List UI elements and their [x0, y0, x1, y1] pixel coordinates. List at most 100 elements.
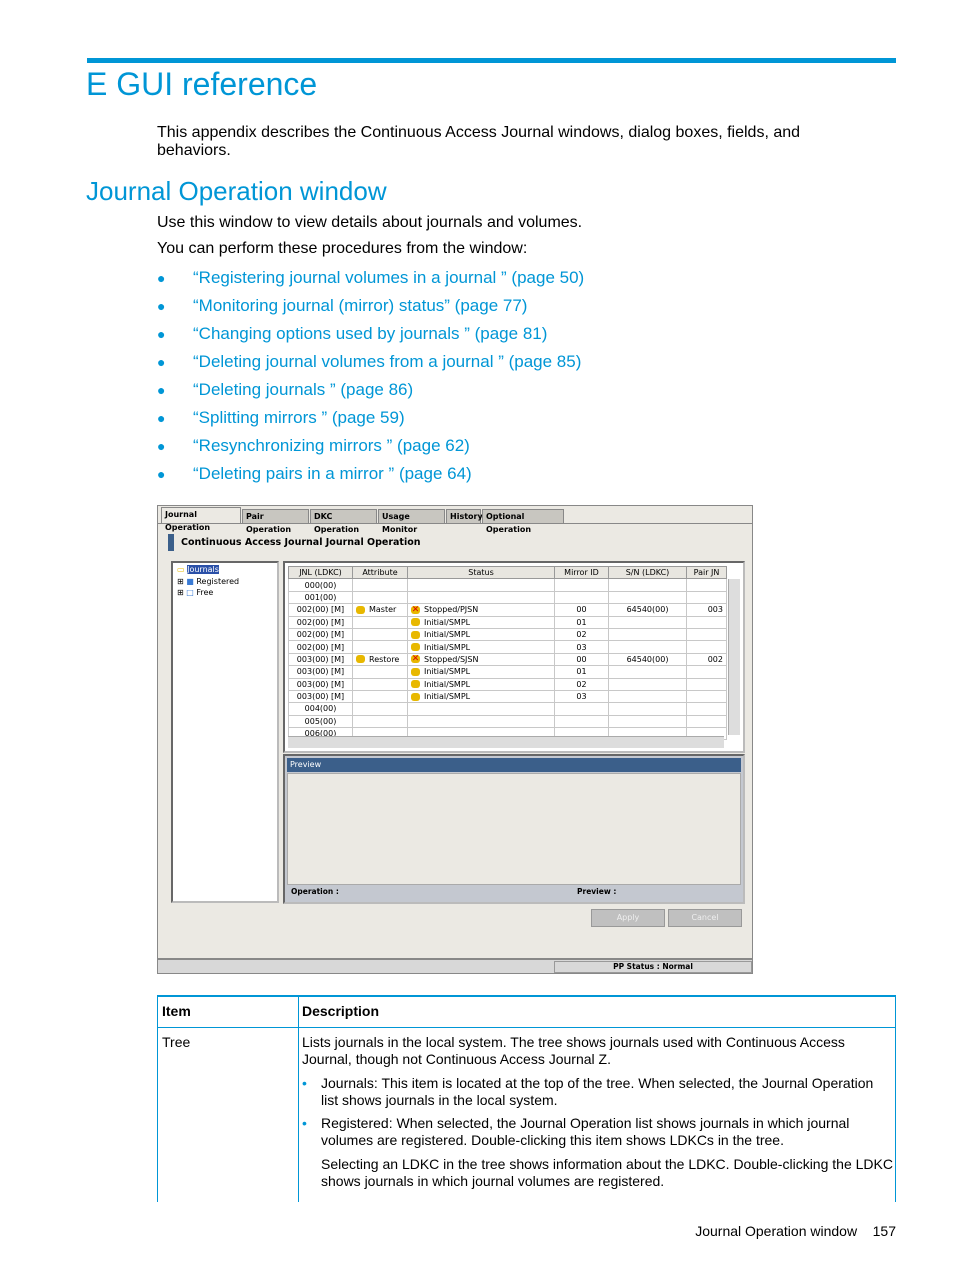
- cell: [608, 689, 687, 704]
- cell: 003(00) [M]: [288, 665, 353, 679]
- pp-status: PP Status : Normal: [554, 961, 752, 973]
- cell: [407, 702, 555, 716]
- header-description: Description: [302, 1003, 380, 1019]
- para-1: Use this window to view details about jo…: [157, 214, 583, 231]
- bullet-icon: •: [302, 1075, 307, 1091]
- horizontal-scrollbar[interactable]: [288, 736, 724, 748]
- cell: [686, 702, 727, 716]
- cell: 002: [686, 652, 727, 667]
- cell: Initial/SMPL: [407, 689, 555, 704]
- table-row[interactable]: 003(00) [M] Restore ✕ Stopped/SJSN 00 64540(0…: [288, 652, 727, 667]
- cell: [608, 627, 687, 642]
- cell: [407, 714, 555, 729]
- cell: [554, 578, 609, 592]
- vertical-scrollbar[interactable]: [728, 579, 740, 735]
- table-row[interactable]: 000(00): [288, 578, 727, 592]
- cancel-button[interactable]: Cancel: [668, 909, 742, 927]
- cell: 001(00): [288, 590, 353, 605]
- bullet-icon: ●: [157, 270, 166, 286]
- cell: 64540(00): [608, 652, 687, 667]
- cell: [554, 714, 609, 729]
- cell: [554, 702, 609, 716]
- journal-status-icon: [411, 630, 420, 639]
- cell: [608, 677, 687, 691]
- tree-item-registered[interactable]: ⊞ ■ Registered: [177, 577, 239, 586]
- cell: [608, 714, 687, 729]
- cell: 01: [554, 615, 609, 629]
- table-row[interactable]: 002(00) [M] Initial/SMPL 01: [288, 615, 727, 629]
- cell: 003(00) [M]: [288, 652, 353, 667]
- cell: [608, 702, 687, 716]
- item-tree: Tree: [162, 1034, 191, 1050]
- column-header[interactable]: JNL (LDKC): [288, 565, 353, 580]
- bullet-icon: ●: [157, 354, 166, 370]
- journal-status-icon: [411, 680, 420, 689]
- procedure-link[interactable]: “Deleting journals ” (page 86): [193, 380, 413, 400]
- operation-label: Operation :: [291, 887, 339, 896]
- procedure-link[interactable]: “Changing options used by journals ” (pa…: [193, 324, 547, 344]
- column-header[interactable]: Mirror ID: [554, 565, 609, 580]
- cell: 002(00) [M]: [288, 603, 353, 617]
- procedure-link[interactable]: “Splitting mirrors ” (page 59): [193, 408, 405, 428]
- procedure-link[interactable]: “Registering journal volumes in a journa…: [193, 268, 584, 288]
- table-row[interactable]: 002(00) [M] Master ✕ Stopped/PJSN 00 64540(00…: [288, 603, 727, 617]
- procedure-link[interactable]: “Deleting journal volumes from a journal…: [193, 352, 581, 372]
- procedure-link[interactable]: “Deleting pairs in a mirror ” (page 64): [193, 464, 472, 484]
- cell: [352, 714, 408, 729]
- table-row[interactable]: 001(00): [288, 590, 727, 605]
- tree-item-free[interactable]: ⊞ □ Free: [177, 588, 213, 597]
- table-row[interactable]: 003(00) [M] Initial/SMPL 01: [288, 665, 727, 679]
- tab-optional-operation[interactable]: Optional Operation: [482, 509, 564, 534]
- table-row[interactable]: 003(00) [M] Initial/SMPL 03: [288, 689, 727, 704]
- bullet-icon: ●: [157, 466, 166, 482]
- column-header[interactable]: S/N (LDKC): [608, 565, 687, 580]
- column-header[interactable]: Attribute: [352, 565, 408, 580]
- table-row[interactable]: 004(00): [288, 702, 727, 716]
- preview-list[interactable]: [287, 773, 741, 885]
- column-header[interactable]: Status: [407, 565, 555, 580]
- journal-status-icon: [411, 643, 420, 652]
- cell: 005(00): [288, 714, 353, 729]
- cell: [686, 627, 727, 642]
- journal-attribute-icon: [356, 655, 365, 664]
- tree-item-journals[interactable]: ▭ Journals: [177, 565, 219, 574]
- tab-journal-operation[interactable]: Journal Operation: [161, 507, 241, 532]
- table-row[interactable]: 005(00): [288, 714, 727, 729]
- table-row[interactable]: 002(00) [M] Initial/SMPL 03: [288, 640, 727, 654]
- tab-pair-operation[interactable]: Pair Operation: [242, 509, 309, 534]
- cell: 003(00) [M]: [288, 677, 353, 691]
- stopped-status-icon: ✕: [411, 654, 420, 665]
- preview-panel: Preview Operation : Preview :: [283, 754, 745, 904]
- procedure-link[interactable]: “Monitoring journal (mirror) status” (pa…: [193, 296, 527, 316]
- tab-usage-monitor[interactable]: Usage Monitor: [378, 509, 445, 534]
- apply-button[interactable]: Apply: [591, 909, 665, 927]
- cell: [554, 590, 609, 605]
- procedure-link[interactable]: “Resynchronizing mirrors ” (page 62): [193, 436, 470, 456]
- journal-status-icon: [411, 692, 420, 701]
- cell: [686, 714, 727, 729]
- page: E GUI reference This appendix describes …: [0, 0, 954, 1271]
- tab-history[interactable]: History: [446, 509, 483, 524]
- cell: Master: [352, 603, 408, 617]
- journal-tree[interactable]: ▭ Journals ⊞ ■ Registered ⊞ □ Free: [171, 561, 279, 903]
- tab-dkc-operation[interactable]: DKC Operation: [310, 509, 377, 534]
- desc-bullet: Registered: When selected, the Journal O…: [321, 1115, 850, 1148]
- cell: 00: [554, 603, 609, 617]
- bullet-icon: ●: [157, 298, 166, 314]
- desc-text: Lists journals in the local system. The …: [302, 1034, 845, 1067]
- cell: 002(00) [M]: [288, 640, 353, 654]
- para-2: You can perform these procedures from th…: [157, 240, 528, 257]
- journal-list[interactable]: JNL (LDKC) Attribute Status Mirror ID S/N (L…: [283, 561, 745, 753]
- cell: 002(00) [M]: [288, 627, 353, 642]
- cell: [352, 578, 408, 592]
- cell: [686, 615, 727, 629]
- table-row[interactable]: 002(00) [M] Initial/SMPL 02: [288, 627, 727, 642]
- header-item: Item: [162, 1003, 191, 1019]
- footer-section: Journal Operation window: [695, 1223, 858, 1239]
- cell: [352, 640, 408, 654]
- cell: [608, 615, 687, 629]
- table-row[interactable]: 003(00) [M] Initial/SMPL 02: [288, 677, 727, 691]
- column-header[interactable]: Pair JN: [686, 565, 727, 580]
- cell: [686, 590, 727, 605]
- cell: [352, 677, 408, 691]
